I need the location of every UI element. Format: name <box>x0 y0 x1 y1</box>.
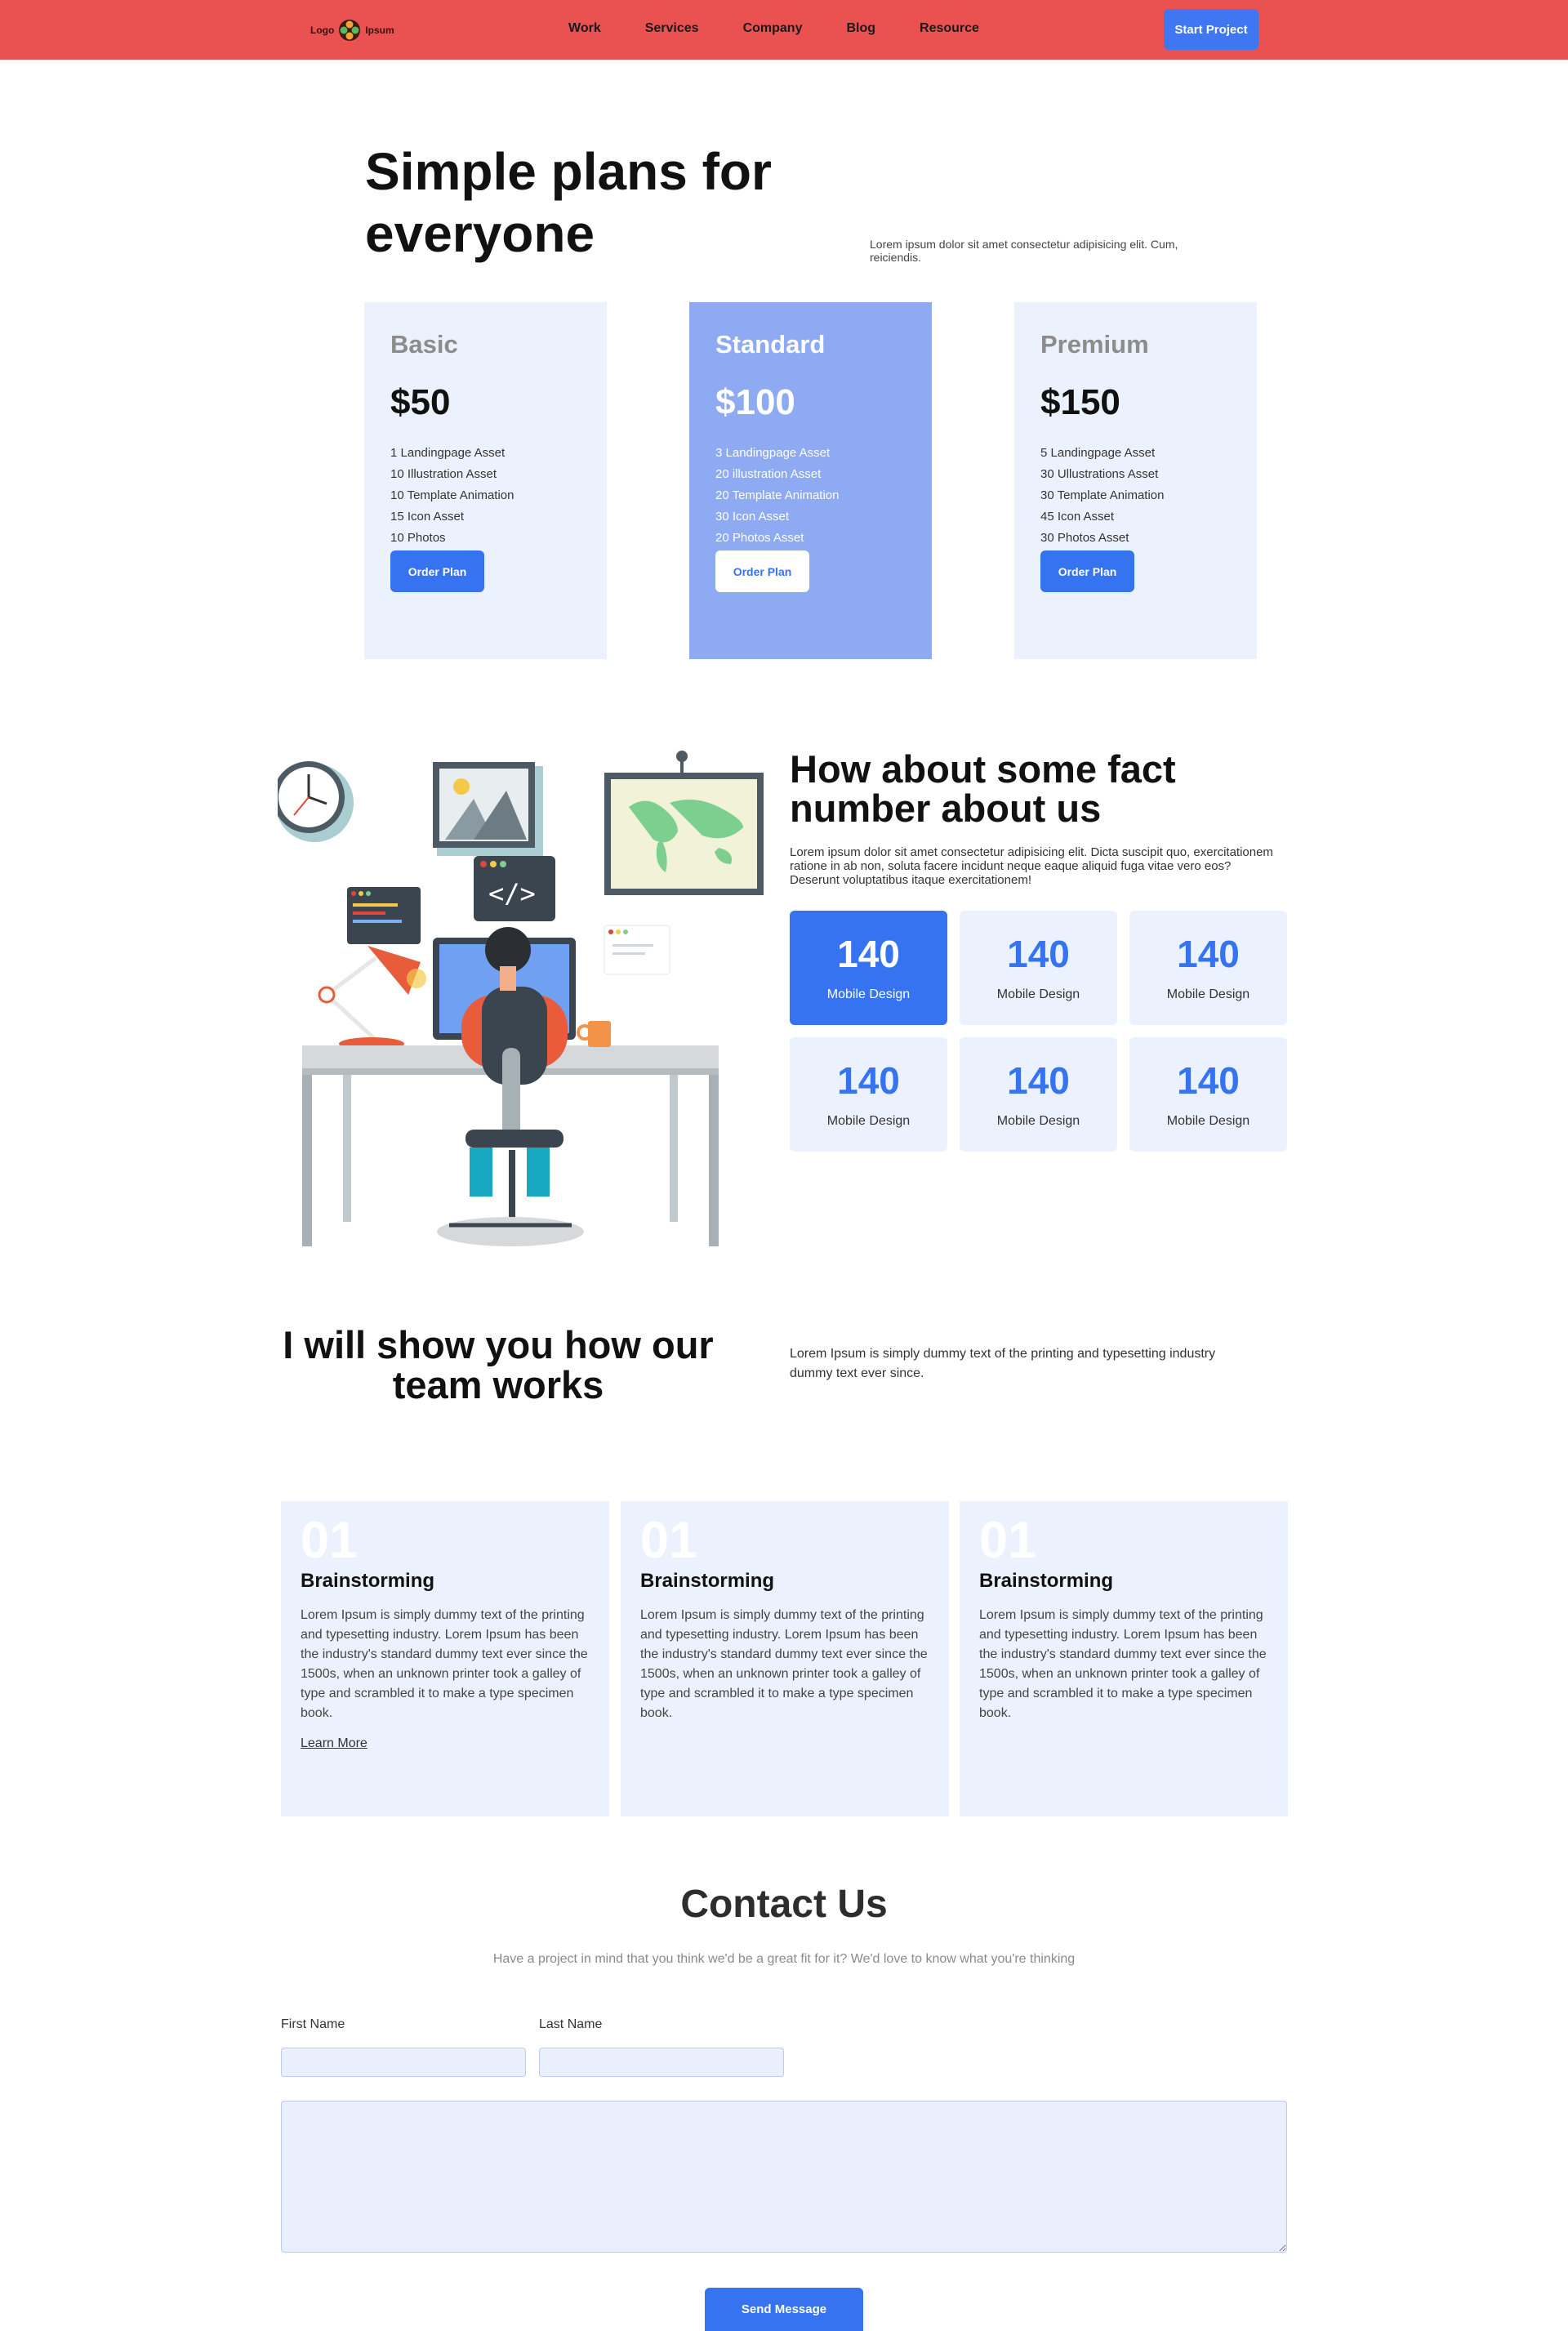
start-project-button[interactable]: Start Project <box>1164 9 1258 50</box>
plan-name: Standard <box>715 330 826 359</box>
stat-label: Mobile Design <box>826 987 911 1001</box>
plan-card-standard: Standard $100 3 Landingpage Asset 20 ill… <box>689 302 932 659</box>
plan-name: Basic <box>390 330 458 359</box>
top-navbar: Logo Ipsum Work Services Company Blog Re… <box>0 0 1568 60</box>
plan-feature: 10 Template Animation <box>390 488 514 502</box>
plan-feature-list: 3 Landingpage Asset 20 illustration Asse… <box>715 443 932 549</box>
world-map-icon <box>604 751 764 895</box>
team-heading: I will show you how our team works <box>283 1323 714 1406</box>
browser-window-icon <box>347 887 421 944</box>
nav-link-resource[interactable]: Resource <box>920 21 979 36</box>
plan-card-basic: Basic $50 1 Landingpage Asset 10 Illustr… <box>364 302 607 659</box>
code-window-icon: </> <box>474 856 555 921</box>
plan-feature: 10 Illustration Asset <box>390 467 497 481</box>
stat-value: 140 <box>837 1059 900 1102</box>
plan-feature: 45 Icon Asset <box>1040 510 1115 524</box>
plan-feature: 5 Landingpage Asset <box>1040 446 1156 460</box>
order-plan-button-basic[interactable]: Order Plan <box>390 550 484 592</box>
picture-frame-icon <box>433 762 543 856</box>
stat-value: 140 <box>1177 933 1240 975</box>
learn-more-link[interactable]: Learn More <box>301 1736 368 1751</box>
plan-feature: 30 Icon Asset <box>715 510 790 524</box>
stat-card[interactable]: 140 Mobile Design <box>960 1037 1117 1152</box>
order-plan-button-premium[interactable]: Order Plan <box>1040 550 1134 592</box>
plan-feature: 20 Template Animation <box>715 488 840 502</box>
plan-feature: 10 Photos <box>390 531 446 545</box>
stat-card[interactable]: 140 Mobile Design <box>790 911 947 1025</box>
facts-description: Lorem ipsum dolor sit amet consectetur a… <box>790 845 1273 887</box>
stat-value: 140 <box>1007 1059 1070 1102</box>
plan-feature-list: 1 Landingpage Asset 10 Illustration Asse… <box>390 443 607 549</box>
stat-card[interactable]: 140 Mobile Design <box>960 911 1117 1025</box>
coffee-mug-icon <box>577 1021 611 1047</box>
send-message-button[interactable]: Send Message <box>705 2288 863 2331</box>
stat-value: 140 <box>1177 1059 1240 1102</box>
plan-name: Premium <box>1040 330 1149 359</box>
svg-text:</>: </> <box>488 878 536 909</box>
order-plan-button-standard[interactable]: Order Plan <box>715 550 809 592</box>
plan-feature: 20 Photos Asset <box>715 531 804 545</box>
plan-feature-list: 5 Landingpage Asset 30 Ullustrations Ass… <box>1040 443 1257 549</box>
last-name-input[interactable] <box>539 2048 784 2077</box>
pricing-heading: Simple plans for everyone <box>365 142 772 263</box>
developer-workspace-illustration: </> <box>278 751 764 1246</box>
plan-price: $50 <box>390 382 451 422</box>
stat-value: 140 <box>837 933 900 975</box>
stat-label: Mobile Design <box>826 1114 911 1128</box>
stat-label: Mobile Design <box>1166 1114 1250 1128</box>
message-textarea[interactable] <box>281 2101 1287 2253</box>
step-number: 01 <box>301 1512 359 1569</box>
plan-feature: 1 Landingpage Asset <box>390 446 506 460</box>
plan-feature: 30 Photos Asset <box>1040 531 1129 545</box>
nav-link-work[interactable]: Work <box>568 21 601 36</box>
first-name-label: First Name <box>281 2017 345 2031</box>
plan-feature: 30 Ullustrations Asset <box>1040 467 1159 481</box>
nav-link-blog[interactable]: Blog <box>846 21 875 36</box>
stat-card[interactable]: 140 Mobile Design <box>1129 1037 1287 1152</box>
process-step-card: 01 Brainstorming Lorem Ipsum is simply d… <box>281 1501 609 1816</box>
step-title: Brainstorming <box>640 1570 775 1592</box>
step-number: 01 <box>640 1512 698 1569</box>
plan-feature: 3 Landingpage Asset <box>715 446 831 460</box>
desk-lamp-icon <box>318 946 426 1050</box>
logo-text-left: Logo <box>310 25 335 36</box>
step-title: Brainstorming <box>979 1570 1114 1592</box>
stat-card[interactable]: 140 Mobile Design <box>1129 911 1287 1025</box>
notification-card-icon <box>604 925 670 975</box>
plan-feature: 15 Icon Asset <box>390 510 465 524</box>
step-text: Lorem Ipsum is simply dummy text of the … <box>301 1608 588 1720</box>
last-name-label: Last Name <box>539 2017 603 2031</box>
stat-label: Mobile Design <box>996 1114 1080 1128</box>
team-description: Lorem Ipsum is simply dummy text of the … <box>790 1347 1216 1380</box>
pricing-description: Lorem ipsum dolor sit amet consectetur a… <box>870 238 1178 264</box>
wall-clock-icon <box>278 761 354 842</box>
logo[interactable]: Logo Ipsum <box>310 18 394 42</box>
nav-link-services[interactable]: Services <box>645 21 699 36</box>
main-menu: Work Services Company Blog Resource <box>568 21 1023 36</box>
facts-heading: How about some fact number about us <box>790 747 1176 830</box>
step-text: Lorem Ipsum is simply dummy text of the … <box>979 1608 1267 1720</box>
step-number: 01 <box>979 1512 1037 1569</box>
stat-value: 140 <box>1007 933 1070 975</box>
stat-label: Mobile Design <box>1166 987 1250 1001</box>
logo-text-right: Ipsum <box>365 25 394 36</box>
plan-feature: 30 Template Animation <box>1040 488 1165 502</box>
logo-mark-icon <box>339 20 361 41</box>
process-step-card: 01 Brainstorming Lorem Ipsum is simply d… <box>960 1501 1288 1816</box>
stat-card[interactable]: 140 Mobile Design <box>790 1037 947 1152</box>
contact-heading: Contact Us <box>680 1883 888 1926</box>
first-name-input[interactable] <box>281 2048 526 2077</box>
plan-feature: 20 illustration Asset <box>715 467 822 481</box>
plan-price: $100 <box>715 382 795 422</box>
nav-link-company[interactable]: Company <box>743 21 803 36</box>
plan-price: $150 <box>1040 382 1120 422</box>
plan-card-premium: Premium $150 5 Landingpage Asset 30 Ullu… <box>1014 302 1257 659</box>
stat-label: Mobile Design <box>996 987 1080 1001</box>
step-title: Brainstorming <box>301 1570 435 1592</box>
process-step-card: 01 Brainstorming Lorem Ipsum is simply d… <box>621 1501 949 1816</box>
contact-subtitle: Have a project in mind that you think we… <box>492 1952 1076 1966</box>
step-text: Lorem Ipsum is simply dummy text of the … <box>640 1608 928 1720</box>
